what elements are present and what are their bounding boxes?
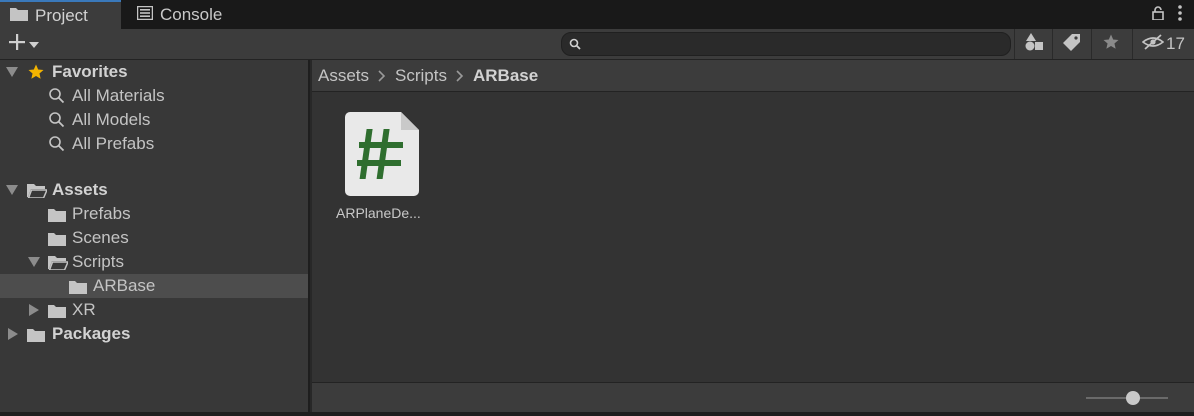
tree-item-arbase[interactable]: ARBase (0, 274, 308, 298)
create-button[interactable] (8, 33, 48, 55)
window-controls (1152, 5, 1182, 26)
plus-icon (8, 33, 26, 56)
hidden-packages-toggle[interactable]: 17 (1132, 29, 1194, 59)
tab-project[interactable]: Project (0, 0, 121, 29)
icon-size-slider-thumb[interactable] (1126, 391, 1140, 405)
tree-item-label: Scripts (72, 252, 124, 271)
tree-item-label: Assets (52, 180, 108, 199)
tree-item-all-materials[interactable]: All Materials (0, 84, 308, 108)
search-icon (569, 37, 581, 55)
status-footer (312, 382, 1194, 412)
csharp-script-icon (345, 112, 419, 196)
tree-item-label: Prefabs (72, 204, 131, 223)
search-field[interactable] (561, 32, 1011, 56)
expanded-arrow-icon[interactable] (6, 184, 18, 196)
asset-grid: ARPlaneDe... (312, 92, 1194, 382)
folder-icon (48, 231, 66, 251)
tree-item-label: Scenes (72, 228, 129, 247)
breadcrumb-item-assets[interactable]: Assets (318, 66, 369, 86)
search-by-type-button[interactable] (1014, 29, 1052, 59)
window-bottom-border (0, 412, 1194, 416)
asset-name: ARPlaneDe... (336, 205, 421, 221)
hidden-packages-count: 17 (1166, 34, 1185, 53)
tree-item-prefabs[interactable]: Prefabs (0, 202, 308, 226)
chevron-right-icon (378, 69, 386, 82)
search-by-label-button[interactable] (1052, 29, 1090, 59)
tree-item-label: All Materials (72, 86, 165, 105)
expanded-arrow-icon[interactable] (6, 66, 18, 78)
tag-icon (1062, 33, 1081, 56)
project-toolbar: 17 (0, 29, 1194, 60)
expanded-arrow-icon[interactable] (28, 256, 40, 268)
folder-icon (48, 207, 66, 227)
folder-icon (27, 327, 45, 347)
tree-item-label: Packages (52, 324, 131, 343)
collapsed-arrow-icon[interactable] (28, 304, 40, 316)
folder-icon (48, 303, 66, 323)
shapes-icon (1024, 32, 1044, 56)
tab-console[interactable]: Console (123, 0, 253, 29)
tree-item-label: Favorites (52, 62, 128, 81)
chevron-right-icon (456, 69, 464, 82)
collapsed-arrow-icon[interactable] (7, 328, 19, 340)
folder-tree: Favorites All Materials All Models All P… (0, 60, 310, 416)
tree-item-label: XR (72, 300, 96, 319)
open-folder-icon (48, 255, 70, 275)
tree-item-scenes[interactable]: Scenes (0, 226, 308, 250)
tab-console-label: Console (160, 4, 223, 24)
tree-item-all-prefabs[interactable]: All Prefabs (0, 132, 308, 156)
open-folder-icon (27, 183, 49, 203)
breadcrumb-item-arbase[interactable]: ARBase (473, 66, 538, 86)
tree-item-xr[interactable]: XR (0, 298, 308, 322)
tree-item-assets[interactable]: Assets (0, 178, 308, 202)
tree-item-label: All Models (72, 110, 151, 129)
breadcrumb-item-scripts[interactable]: Scripts (395, 66, 447, 86)
eye-slash-icon (1141, 33, 1165, 55)
tab-project-label: Project (35, 5, 88, 25)
search-icon (48, 87, 65, 109)
tab-bar: Project Console (0, 0, 1194, 29)
search-icon (48, 135, 65, 157)
lock-icon[interactable] (1152, 6, 1164, 25)
breadcrumb: Assets Scripts ARBase (312, 60, 1194, 92)
tree-item-label: ARBase (93, 276, 156, 295)
tree-item-label: All Prefabs (72, 134, 155, 153)
chevron-down-icon (29, 35, 39, 53)
favorite-star-icon (27, 63, 45, 86)
tree-item-favorites[interactable]: Favorites (0, 60, 308, 84)
folder-icon (10, 6, 28, 26)
save-search-button[interactable] (1091, 29, 1129, 59)
console-icon (136, 5, 154, 25)
tree-item-scripts[interactable]: Scripts (0, 250, 308, 274)
tree-item-all-models[interactable]: All Models (0, 108, 308, 132)
search-icon (48, 111, 65, 133)
folder-icon (69, 279, 87, 299)
tree-item-packages[interactable]: Packages (0, 322, 308, 346)
more-options-icon[interactable] (1178, 5, 1182, 26)
star-icon (1102, 33, 1120, 56)
